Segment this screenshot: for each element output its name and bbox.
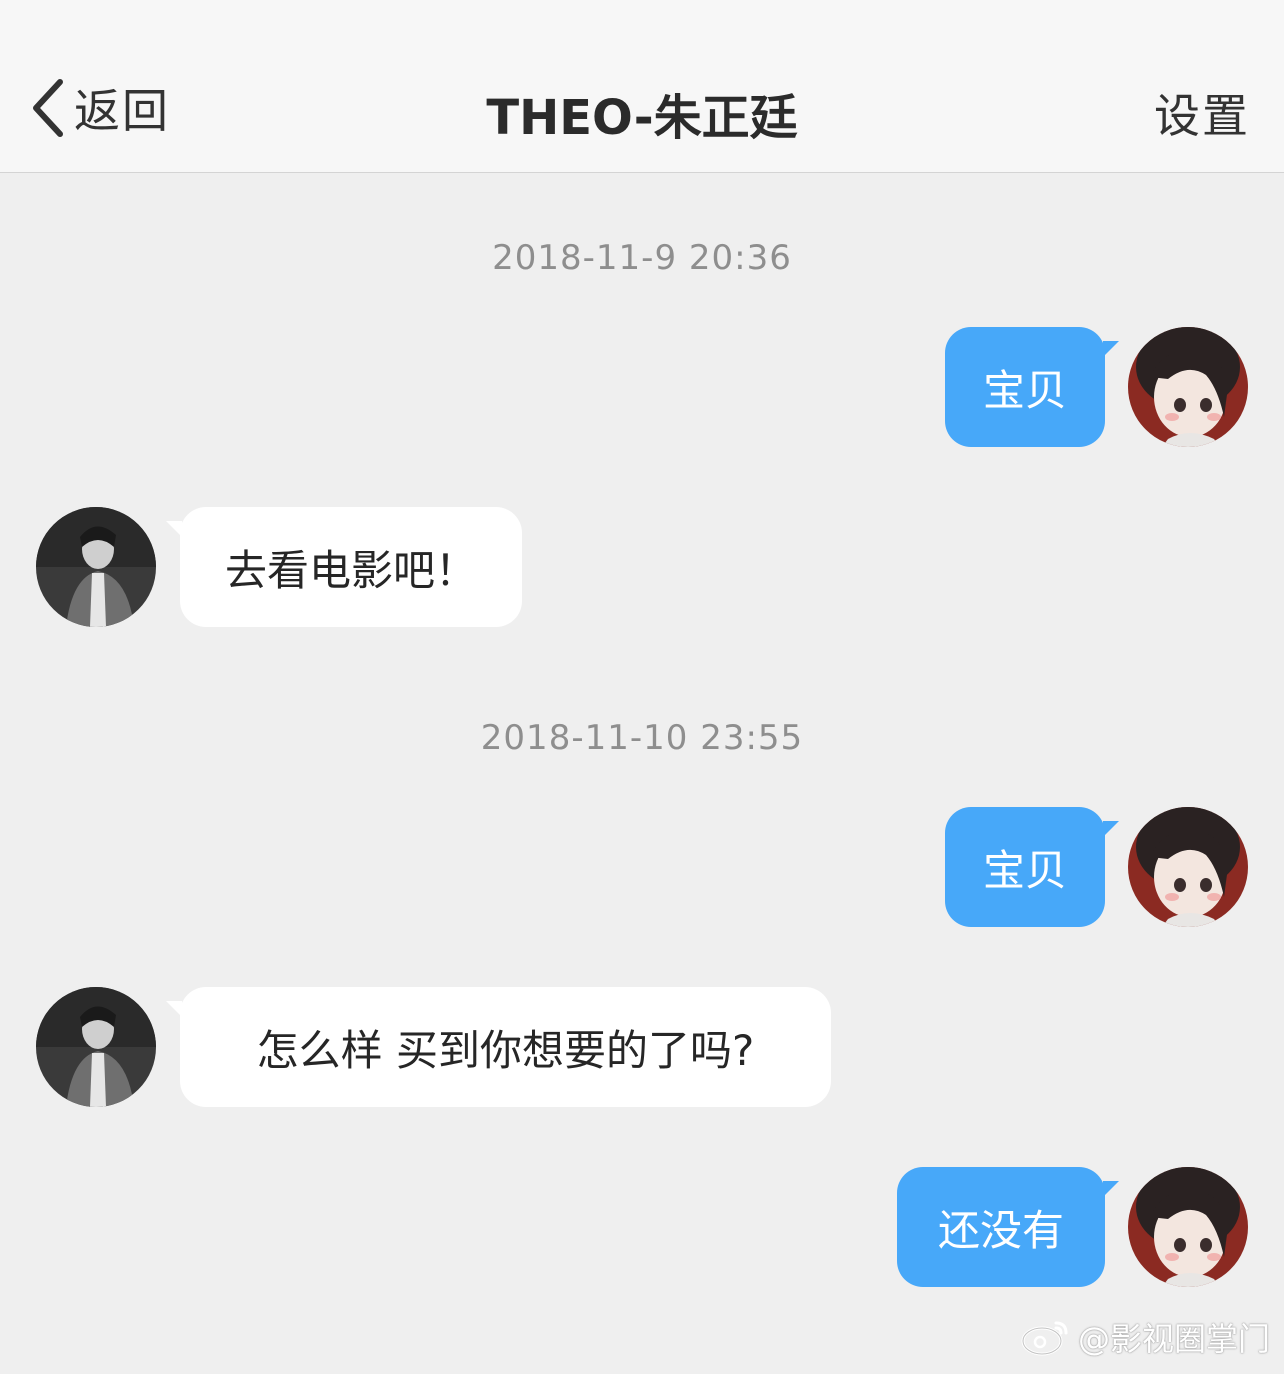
avatar-self[interactable]: [1128, 807, 1248, 927]
page-title: THEO-朱正廷: [486, 90, 798, 146]
bubble-tail: [1103, 1181, 1119, 1197]
avatar-self[interactable]: [1128, 1167, 1248, 1287]
message-bubble-incoming[interactable]: 去看电影吧！: [180, 507, 522, 627]
settings-button[interactable]: 设置: [1154, 80, 1250, 146]
nav-bar: 返回 THEO-朱正廷 设置: [0, 0, 1284, 173]
message-bubble-incoming[interactable]: 怎么样 买到你想要的了吗?: [180, 987, 831, 1107]
message-bubble-outgoing[interactable]: 宝贝: [945, 807, 1105, 927]
timestamp: 2018-11-10 23:55: [480, 718, 804, 758]
avatar-self[interactable]: [1128, 327, 1248, 447]
contact-photo-image: [36, 987, 156, 1107]
cartoon-avatar-image: [1128, 327, 1248, 447]
cartoon-avatar-image: [1128, 807, 1248, 927]
message-bubble-outgoing[interactable]: 还没有: [897, 1167, 1105, 1287]
bubble-tail: [1103, 821, 1119, 837]
weibo-icon: [1021, 1321, 1068, 1356]
watermark: @影视圈掌门: [1020, 1314, 1270, 1360]
watermark-text: @影视圈掌门: [1077, 1320, 1270, 1358]
avatar-contact[interactable]: [36, 987, 156, 1107]
contact-photo-image: [36, 507, 156, 627]
bubble-tail: [1103, 341, 1119, 357]
timestamp: 2018-11-9 20:36: [492, 238, 792, 278]
avatar-contact[interactable]: [36, 507, 156, 627]
cartoon-avatar-image: [1128, 1167, 1248, 1287]
message-bubble-outgoing[interactable]: 宝贝: [945, 327, 1105, 447]
